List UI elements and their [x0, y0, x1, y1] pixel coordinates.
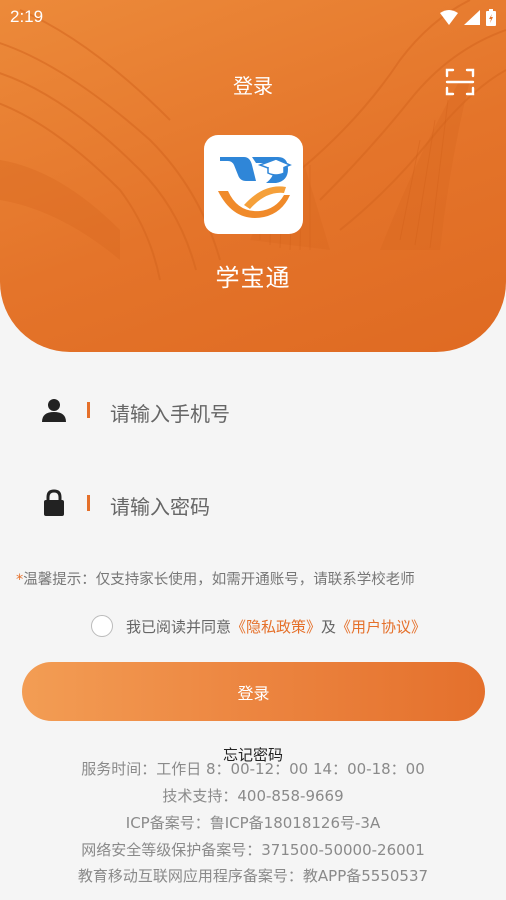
- phone-field[interactable]: 请输入手机号: [40, 390, 480, 430]
- user-agreement-link[interactable]: 《用户协议》: [336, 616, 426, 637]
- forgot-password-link[interactable]: 忘记密码: [0, 744, 506, 765]
- user-icon: [42, 399, 66, 422]
- scan-icon[interactable]: [444, 66, 476, 98]
- password-input-placeholder: 请输入密码: [110, 495, 210, 519]
- agreement-and: 及: [321, 617, 337, 636]
- page-title: 登录: [233, 74, 273, 98]
- footer-support: 技术支持：400-858-9669: [162, 787, 344, 805]
- notice-tip: *温馨提示：仅支持家长使用，如需开通账号，请联系学校老师: [16, 568, 415, 589]
- status-bar: 2:19: [0, 0, 506, 34]
- wifi-icon: [440, 10, 458, 25]
- status-time: 2:19: [10, 7, 44, 26]
- footer-edu-app: 教育移动互联网应用程序备案号：教APP备5550537: [77, 867, 429, 885]
- xuebaotong-logo-icon: [218, 157, 292, 218]
- tip-text: 温馨提示：仅支持家长使用，如需开通账号，请联系学校老师: [23, 572, 415, 588]
- app-name: 学宝通: [215, 264, 291, 292]
- login-button[interactable]: 登录: [22, 662, 485, 721]
- footer-security: 网络安全等级保护备案号：371500-50000-26001: [81, 841, 425, 859]
- signal-icon: [464, 10, 480, 25]
- privacy-policy-link[interactable]: 《隐私政策》: [231, 616, 321, 637]
- password-field[interactable]: 请输入密码: [40, 483, 480, 523]
- agreement-row: 我已阅读并同意 《隐私政策》 及 《用户协议》: [91, 614, 426, 638]
- app-logo: [204, 135, 303, 234]
- lock-icon: [44, 489, 64, 516]
- status-icons: [440, 9, 496, 26]
- header-banner: 2:19 登录 学宝通: [0, 0, 506, 352]
- agree-checkbox[interactable]: [91, 615, 113, 637]
- battery-icon: [486, 9, 496, 26]
- agreement-prefix: 我已阅读并同意: [126, 617, 232, 636]
- input-cursor-bar: [87, 495, 90, 511]
- footer-icp: ICP备案号：鲁ICP备18018126号-3A: [125, 814, 381, 832]
- input-cursor-bar: [87, 402, 90, 418]
- phone-input-placeholder: 请输入手机号: [110, 402, 230, 426]
